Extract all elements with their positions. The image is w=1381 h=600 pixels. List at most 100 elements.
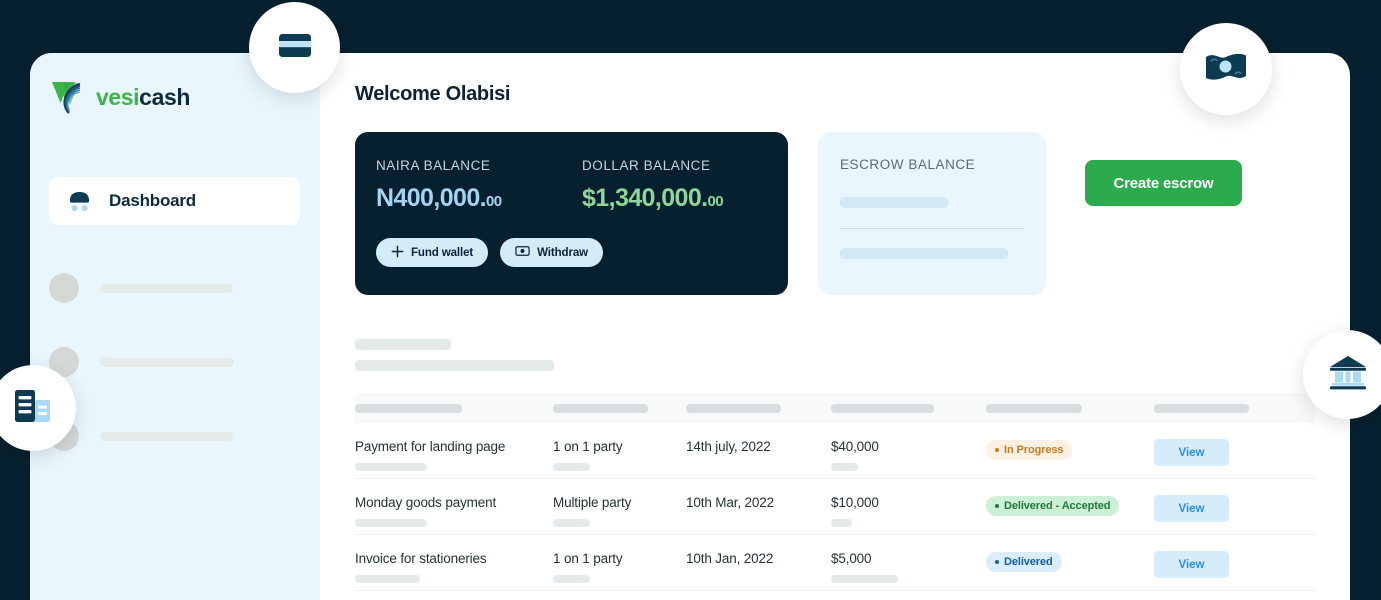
- wallet-balance-card: NAIRA BALANCE N400,000.00 DOLLAR BALANCE…: [355, 132, 788, 295]
- cell-party: Multiple party: [553, 495, 686, 527]
- cell-action: View: [1154, 495, 1284, 522]
- skeleton-subtext: [553, 463, 590, 471]
- sidebar-item-dashboard[interactable]: Dashboard: [49, 177, 300, 225]
- cell-status: Delivered - Accepted: [986, 495, 1154, 516]
- screen-background: vesicash Dashboard Welcome Olabisi NAIRA…: [0, 0, 1381, 600]
- brand-name: vesicash: [96, 84, 190, 111]
- date-text: 10th Mar, 2022: [686, 495, 774, 510]
- cell-amount: $40,000: [831, 439, 986, 471]
- wallet-actions: Fund wallet Withdraw: [376, 238, 788, 267]
- status-badge: Delivered: [986, 552, 1062, 572]
- skeleton-label: [100, 431, 233, 441]
- table-row[interactable]: Monday goods payment Multiple party 10th…: [355, 479, 1315, 535]
- dollar-balance-label: DOLLAR BALANCE: [582, 158, 711, 173]
- dollar-balance-amount: $1,340,000.00: [582, 184, 788, 213]
- cell-amount: $10,000: [831, 495, 986, 527]
- skeleton-subtext: [553, 519, 590, 527]
- table-header-cell: [355, 403, 553, 413]
- banknote-icon: [515, 245, 530, 260]
- dollar-amount-value: $1,340,000.: [582, 184, 708, 212]
- escrow-balance-card: ESCROW BALANCE: [818, 132, 1046, 295]
- status-badge: In Progress: [986, 440, 1073, 460]
- sidebar-skeleton-item: [30, 251, 320, 325]
- cell-action: View: [1154, 551, 1284, 578]
- floating-credit-card-badge: [249, 2, 340, 93]
- create-escrow-button[interactable]: Create escrow: [1085, 160, 1242, 206]
- dollar-amount-cents: 00: [707, 193, 723, 210]
- fund-wallet-button[interactable]: Fund wallet: [376, 238, 489, 267]
- escrow-skeleton-detail: [840, 248, 1008, 259]
- status-label: In Progress: [1004, 444, 1064, 456]
- transactions-table: Payment for landing page 1 on 1 party 14…: [355, 393, 1315, 591]
- status-label: Delivered: [1004, 556, 1053, 568]
- cell-description: Payment for landing page: [355, 439, 553, 471]
- floating-banknote-badge: [1180, 23, 1272, 115]
- cell-date: 14th july, 2022: [686, 439, 831, 454]
- date-text: 10th Jan, 2022: [686, 551, 774, 566]
- section-heading-skeleton: [355, 339, 1350, 371]
- skeleton-subtext: [553, 575, 590, 583]
- fund-wallet-label: Fund wallet: [411, 246, 474, 259]
- documents-icon: [12, 388, 54, 429]
- status-dot-icon: [995, 504, 999, 508]
- skeleton-label: [100, 283, 233, 293]
- skeleton-column-label: [986, 403, 1082, 413]
- skeleton-label: [100, 357, 234, 367]
- cell-description: Monday goods payment: [355, 495, 553, 527]
- table-row[interactable]: Payment for landing page 1 on 1 party 14…: [355, 423, 1315, 479]
- view-button[interactable]: View: [1154, 551, 1229, 578]
- status-badge: Delivered - Accepted: [986, 496, 1120, 516]
- withdraw-button[interactable]: Withdraw: [500, 238, 603, 267]
- skeleton-subheading: [355, 360, 554, 371]
- status-dot-icon: [995, 448, 999, 452]
- brand-name-part1: vesi: [96, 83, 140, 110]
- party-text: 1 on 1 party: [553, 551, 623, 566]
- summary-cards-row: NAIRA BALANCE N400,000.00 DOLLAR BALANCE…: [355, 132, 1350, 295]
- naira-balance-label: NAIRA BALANCE: [376, 158, 491, 173]
- sidebar-item-dashboard-label: Dashboard: [109, 191, 196, 210]
- amount-text: $40,000: [831, 439, 879, 454]
- description-text: Invoice for stationeries: [355, 551, 487, 566]
- amount-text: $10,000: [831, 495, 879, 510]
- bank-icon: [1327, 354, 1369, 395]
- dashboard-icon: [67, 190, 92, 212]
- sidebar: vesicash Dashboard: [30, 53, 320, 600]
- naira-amount-cents: 00: [485, 193, 502, 210]
- party-text: 1 on 1 party: [553, 439, 623, 454]
- credit-card-icon: [278, 33, 312, 63]
- skeleton-subtext: [355, 519, 427, 527]
- table-header-cell: [986, 403, 1154, 413]
- cell-amount: $5,000: [831, 551, 986, 583]
- skeleton-subtext: [831, 463, 858, 471]
- description-text: Monday goods payment: [355, 495, 497, 510]
- banknote-icon: [1204, 51, 1248, 88]
- table-row[interactable]: Invoice for stationeries 1 on 1 party 10…: [355, 535, 1315, 591]
- main-content: Welcome Olabisi NAIRA BALANCE N400,000.0…: [320, 53, 1350, 600]
- view-button[interactable]: View: [1154, 495, 1229, 522]
- skeleton-subtext: [355, 463, 427, 471]
- table-header-cell: [831, 403, 986, 413]
- status-label: Delivered - Accepted: [1004, 500, 1111, 512]
- view-button[interactable]: View: [1154, 439, 1229, 466]
- withdraw-label: Withdraw: [537, 246, 588, 259]
- vesicash-logo-icon: [49, 79, 89, 115]
- skeleton-column-label: [553, 403, 648, 413]
- date-text: 14th july, 2022: [686, 439, 771, 454]
- escrow-skeleton-amount: [840, 197, 948, 208]
- description-text: Payment for landing page: [355, 439, 506, 454]
- party-text: Multiple party: [553, 495, 632, 510]
- status-dot-icon: [995, 560, 999, 564]
- cell-party: 1 on 1 party: [553, 439, 686, 471]
- app-window: vesicash Dashboard Welcome Olabisi NAIRA…: [30, 53, 1350, 600]
- cell-date: 10th Jan, 2022: [686, 551, 831, 566]
- plus-icon: [391, 245, 404, 261]
- skeleton-subtext: [831, 575, 898, 583]
- cell-date: 10th Mar, 2022: [686, 495, 831, 510]
- naira-balance-block: NAIRA BALANCE N400,000.00: [376, 158, 582, 213]
- brand-name-part2: cash: [139, 83, 190, 110]
- naira-amount-value: N400,000.: [376, 184, 487, 212]
- dollar-balance-block: DOLLAR BALANCE $1,340,000.00: [582, 158, 788, 213]
- cell-status: Delivered: [986, 551, 1154, 572]
- skeleton-subtext: [355, 575, 420, 583]
- naira-balance-amount: N400,000.00: [376, 184, 582, 213]
